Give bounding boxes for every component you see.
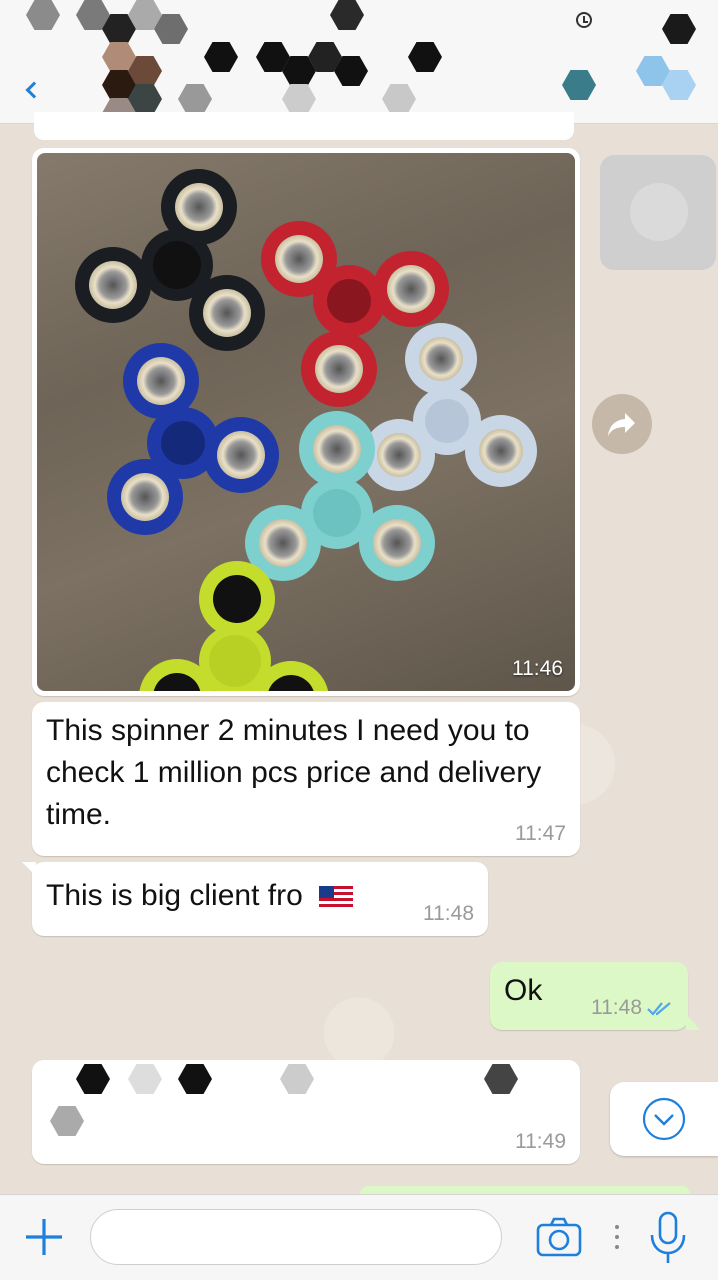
vertical-dots-icon[interactable] [612, 1217, 622, 1257]
message-composer [0, 1194, 718, 1280]
message-text: This spinner 2 minutes I need you to che… [46, 714, 542, 831]
plus-icon[interactable] [22, 1215, 66, 1259]
forward-button[interactable] [592, 394, 652, 454]
disappearing-timer-icon [576, 12, 592, 28]
us-flag-icon [319, 886, 354, 909]
double-check-blue-icon [647, 1002, 671, 1016]
incoming-message-bubble[interactable]: This is big client fro 11:48 [22, 862, 488, 936]
message-timestamp: 11:48 [591, 996, 642, 1019]
message-timestamp: 11:46 [512, 657, 563, 680]
incoming-message-bubble[interactable]: 11:49 [32, 1060, 580, 1164]
image-message-bubble[interactable]: 11:46 [32, 148, 580, 696]
message-timestamp: 11:48 [423, 902, 474, 925]
previous-message-bubble [34, 112, 574, 140]
scroll-down-button[interactable] [610, 1082, 718, 1156]
chevron-left-icon[interactable] [25, 81, 43, 99]
fidget-spinners-photo[interactable]: 11:46 [37, 153, 575, 691]
bubble-tail [22, 862, 36, 876]
microphone-icon[interactable] [646, 1209, 690, 1267]
message-text: This is big client fro [46, 879, 303, 912]
message-timestamp: 11:49 [515, 1130, 566, 1153]
chevron-down-circle-icon [642, 1097, 686, 1141]
message-timestamp: 11:47 [515, 822, 566, 845]
message-text: Ok [504, 974, 543, 1007]
message-input[interactable] [90, 1209, 502, 1265]
incoming-message-bubble[interactable]: This spinner 2 minutes I need you to che… [32, 702, 580, 856]
chat-header [0, 0, 718, 124]
forward-arrow-icon [608, 413, 635, 436]
spinners-illustration [75, 169, 537, 691]
outgoing-message-bubble[interactable]: Ok 11:48 [490, 962, 700, 1030]
media-thumbnail[interactable] [600, 155, 716, 270]
camera-icon[interactable] [534, 1213, 584, 1263]
bubble-tail [686, 1014, 700, 1030]
